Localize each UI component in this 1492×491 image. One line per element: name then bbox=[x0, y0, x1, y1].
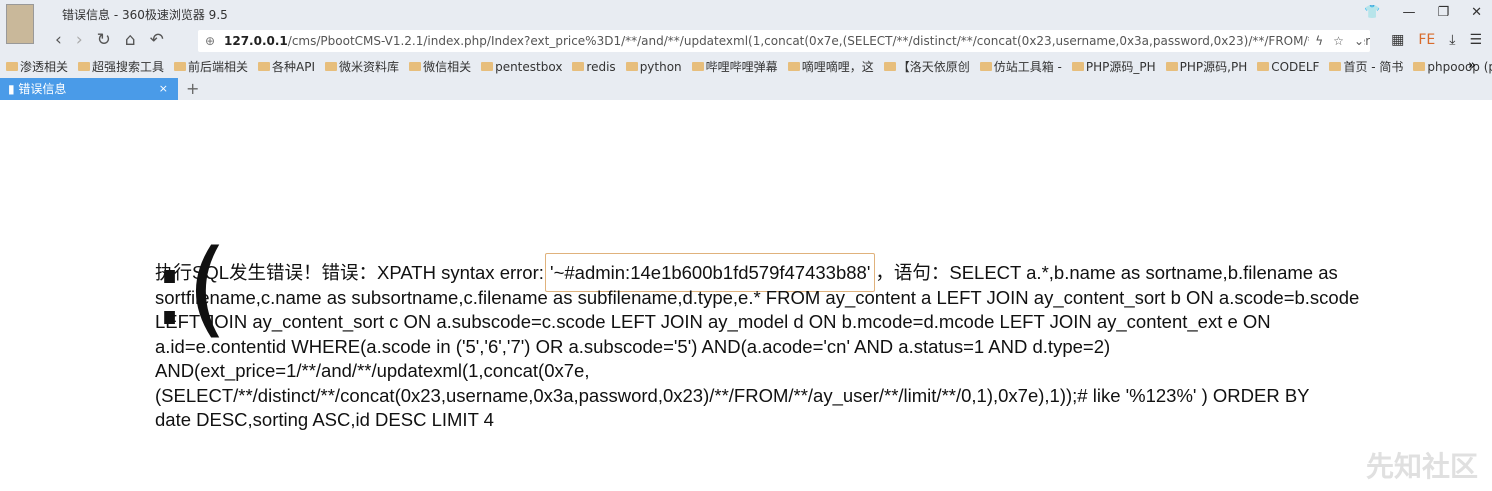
folder-icon bbox=[572, 62, 585, 71]
error-line-1-rest: ，语句：SELECT a.*,b.name as sortname,b.file… bbox=[875, 262, 1338, 283]
error-line: date DESC,sorting ASC,id DESC LIMIT 4 bbox=[155, 409, 494, 430]
folder-icon bbox=[78, 62, 91, 71]
error-line: (SELECT/**/distinct/**/concat(0x23,usern… bbox=[155, 384, 1310, 406]
folder-icon bbox=[1165, 62, 1178, 71]
folder-icon bbox=[258, 62, 271, 71]
bookmark-label: 仿站工具箱 - bbox=[993, 60, 1062, 74]
forward-icon[interactable]: › bbox=[76, 30, 83, 50]
error-line: AND(ext_price=1/**/and/**/updatexml(1,co… bbox=[155, 360, 590, 381]
bookmark-label: 前后端相关 bbox=[188, 60, 249, 74]
watermark-logo: 先知社区 bbox=[1365, 450, 1478, 483]
restore-button[interactable]: ❐ bbox=[1437, 5, 1449, 20]
bookmark-label: 首页 - 简书 bbox=[1343, 60, 1404, 74]
bookmark-label: PHP源码,PH bbox=[1179, 60, 1248, 74]
bookmark-item[interactable]: 微米资料库 bbox=[325, 58, 399, 75]
skin-icon[interactable]: 👕 bbox=[1364, 5, 1380, 20]
error-line: sortfilename,c.name as subsortname,c.fil… bbox=[155, 286, 1360, 308]
bookmark-item[interactable]: 哔哩哔哩弹幕 bbox=[691, 58, 778, 75]
bookmark-item[interactable]: pentestbox bbox=[481, 58, 562, 75]
new-tab-button[interactable]: + bbox=[186, 78, 199, 100]
folder-icon bbox=[1257, 62, 1270, 71]
bookmark-item[interactable]: 首页 - 简书 bbox=[1329, 58, 1403, 75]
folder-icon bbox=[174, 62, 187, 71]
bookmarks-bar: 渗透相关 超强搜索工具 前后端相关 各种API 微米资料库 微信相关 pentestbox r… bbox=[6, 58, 1492, 75]
folder-icon bbox=[979, 62, 992, 71]
bookmark-label: redis bbox=[586, 59, 616, 74]
folder-icon bbox=[883, 62, 896, 71]
bookmark-item[interactable]: PHP源码_PH bbox=[1071, 58, 1156, 75]
folder-icon bbox=[787, 62, 800, 71]
bookmark-label: PHP源码_PH bbox=[1085, 60, 1156, 74]
folder-icon bbox=[625, 62, 638, 71]
toolbar-right: ▦ FE ⤓ ☰ bbox=[1391, 32, 1482, 48]
folder-icon bbox=[1329, 62, 1342, 71]
error-line: a.id=e.contentid WHERE(a.scode in ('5','… bbox=[155, 335, 1111, 357]
folder-icon bbox=[481, 62, 494, 71]
nav-buttons: ‹ › ↻ ⌂ ↶ bbox=[55, 30, 164, 50]
home-icon[interactable]: ⌂ bbox=[125, 30, 136, 50]
bookmark-label: phpooop (p bbox=[1427, 59, 1492, 74]
bookmark-label: 【洛天依原创 bbox=[897, 60, 970, 74]
tab-close-icon[interactable]: × bbox=[159, 78, 168, 100]
folder-icon bbox=[1071, 62, 1084, 71]
bookmark-item[interactable]: PHP源码,PH bbox=[1165, 58, 1248, 75]
window-controls: 👕 — ❐ ✕ bbox=[1364, 5, 1482, 20]
bookmark-item[interactable]: CODELF bbox=[1257, 58, 1319, 75]
lightning-icon[interactable]: ϟ bbox=[1315, 30, 1323, 52]
bookmark-label: CODELF bbox=[1271, 59, 1320, 74]
error-message: 执行SQL发生错误！错误：XPATH syntax error: '~#admi… bbox=[155, 253, 1455, 433]
user-avatar[interactable] bbox=[6, 4, 34, 44]
bookmark-item[interactable]: 嘀哩嘀哩，这 bbox=[787, 58, 874, 75]
dropdown-icon[interactable]: ⌄ bbox=[1354, 30, 1364, 52]
bookmark-label: 微米资料库 bbox=[339, 60, 400, 74]
error-line: LEFT JOIN ay_content_sort c ON a.subscod… bbox=[155, 311, 1271, 332]
undo-icon[interactable]: ↶ bbox=[150, 30, 164, 50]
bookmark-label: 微信相关 bbox=[423, 60, 472, 74]
menu-icon[interactable]: ☰ bbox=[1469, 32, 1482, 48]
folder-icon bbox=[325, 62, 338, 71]
bookmark-label: pentestbox bbox=[495, 59, 563, 74]
bookmarks-more-icon[interactable]: » bbox=[1468, 58, 1476, 73]
fe-extension-icon[interactable]: FE bbox=[1418, 32, 1435, 48]
close-button[interactable]: ✕ bbox=[1471, 5, 1482, 20]
security-shield-icon: ⊕ bbox=[205, 34, 216, 48]
bookmark-item[interactable]: 【洛天依原创 bbox=[883, 58, 970, 75]
bookmark-label: 各种API bbox=[272, 60, 316, 74]
tab-active[interactable]: ▮ 错误信息 × bbox=[0, 78, 178, 100]
minimize-button[interactable]: — bbox=[1402, 5, 1415, 20]
bookmark-item[interactable]: 超强搜索工具 bbox=[78, 58, 164, 75]
star-icon[interactable]: ☆ bbox=[1333, 30, 1344, 52]
download-icon[interactable]: ⤓ bbox=[1449, 32, 1455, 48]
folder-icon bbox=[1413, 62, 1426, 71]
browser-chrome: 错误信息 - 360极速浏览器 9.5 👕 — ❐ ✕ ‹ › ↻ ⌂ ↶ ⊕ … bbox=[0, 0, 1492, 100]
bookmark-label: 超强搜索工具 bbox=[92, 60, 165, 74]
address-bar[interactable]: ⊕ 127.0.0.1/cms/PbootCMS-V1.2.1/index.ph… bbox=[198, 30, 1370, 52]
folder-icon bbox=[691, 62, 704, 71]
reload-icon[interactable]: ↻ bbox=[97, 30, 111, 50]
bookmark-label: 哔哩哔哩弹幕 bbox=[705, 60, 778, 74]
back-icon[interactable]: ‹ bbox=[55, 30, 62, 50]
url-path: /cms/PbootCMS-V1.2.1/index.php/Index?ext… bbox=[287, 34, 1370, 48]
bookmark-item[interactable]: phpooop (p bbox=[1413, 58, 1492, 75]
bookmark-item[interactable]: 仿站工具箱 - bbox=[979, 58, 1062, 75]
bookmark-item[interactable]: 前后端相关 bbox=[174, 58, 248, 75]
bookmark-label: python bbox=[639, 59, 682, 74]
folder-icon bbox=[6, 62, 18, 71]
bookmark-item[interactable]: python bbox=[625, 58, 682, 75]
error-prefix: 执行SQL发生错误！错误：XPATH syntax error: bbox=[155, 262, 550, 283]
bookmark-item[interactable]: redis bbox=[572, 58, 616, 75]
bookmark-label: 渗透相关 bbox=[20, 60, 69, 74]
bookmark-item[interactable]: 微信相关 bbox=[409, 58, 471, 75]
folder-icon bbox=[409, 62, 422, 71]
bookmark-item[interactable]: 各种API bbox=[258, 58, 315, 75]
bookmark-label: 嘀哩嘀哩，这 bbox=[801, 60, 874, 74]
tab-bar: ▮ 错误信息 × + bbox=[0, 78, 1492, 100]
bookmark-item[interactable]: 渗透相关 bbox=[6, 58, 68, 75]
tab-label: 错误信息 bbox=[18, 82, 67, 96]
window-title: 错误信息 - 360极速浏览器 9.5 bbox=[62, 8, 228, 22]
url-host: 127.0.0.1 bbox=[224, 34, 288, 48]
extension-icon[interactable]: ▦ bbox=[1391, 32, 1404, 48]
